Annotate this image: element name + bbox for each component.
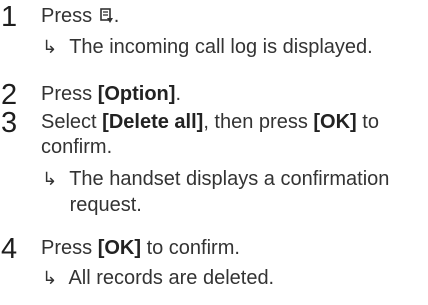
instruction-text: confirm. xyxy=(41,136,113,158)
step-instruction: Press [Option]. xyxy=(41,81,181,107)
result-text: The incoming call log is displayed. xyxy=(69,36,373,58)
instruction-text: Press xyxy=(41,83,98,105)
step-number: 1 xyxy=(1,1,18,33)
step-instruction: Press . xyxy=(41,3,119,29)
call-log-icon xyxy=(99,5,114,23)
result-text: request. xyxy=(69,194,142,216)
step-instruction-continued: confirm. xyxy=(41,134,112,160)
result-text: The handset displays a confirmation xyxy=(69,168,390,190)
instruction-text-end: to xyxy=(356,111,379,133)
step-result-continued: request. xyxy=(42,192,142,218)
step-result: ↳ The incoming call log is displayed. xyxy=(42,34,373,60)
delete-all-key-label: [Delete all] xyxy=(102,111,204,133)
result-arrow-icon: ↳ xyxy=(42,37,58,57)
option-key-label: [Option] xyxy=(97,83,176,105)
step-instruction: Press [OK] to confirm. xyxy=(41,235,240,261)
result-text: All records are deleted. xyxy=(68,267,275,289)
instruction-text-end: to confirm. xyxy=(141,237,240,259)
instruction-text-mid: , then press xyxy=(203,111,314,133)
instruction-text-end: . xyxy=(175,83,181,105)
step-number: 4 xyxy=(1,233,18,265)
instruction-text: Press xyxy=(41,5,93,27)
result-arrow-icon: ↳ xyxy=(42,268,58,288)
instruction-text-end: . xyxy=(113,5,120,27)
ok-key-label: [OK] xyxy=(97,237,142,259)
step-number: 3 xyxy=(1,107,18,139)
instruction-text: Press xyxy=(41,237,98,259)
step-instruction: Select [Delete all], then press [OK] to xyxy=(41,109,379,135)
step-result: ↳ All records are deleted. xyxy=(42,265,274,291)
ok-key-label: [OK] xyxy=(313,111,357,133)
instruction-text: Select xyxy=(41,111,103,133)
result-arrow-icon: ↳ xyxy=(42,169,58,189)
step-number: 2 xyxy=(1,79,18,111)
step-result: ↳ The handset displays a confirmation xyxy=(42,166,389,192)
